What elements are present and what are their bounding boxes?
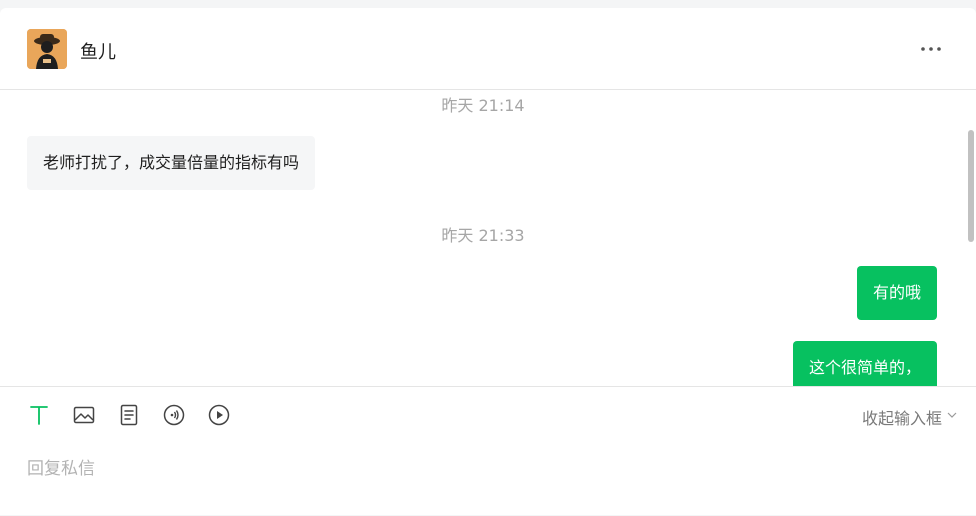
chat-panel: 鱼儿 昨天 21:14 老师打扰了，成交量倍量的指标有吗 昨天 21:33 有的… [0,8,976,515]
reply-input[interactable] [27,449,927,489]
incoming-message[interactable]: 老师打扰了，成交量倍量的指标有吗 [27,136,316,190]
text-icon [30,406,48,425]
text-format-button[interactable] [27,403,51,427]
scrollbar[interactable] [968,130,974,242]
message-list[interactable]: 昨天 21:14 老师打扰了，成交量倍量的指标有吗 昨天 21:33 有的哦 这… [0,90,976,386]
more-button[interactable] [916,34,946,64]
outgoing-message[interactable]: 这个很简单的， [792,341,937,386]
image-button[interactable] [72,403,96,427]
collapse-input-button[interactable]: 收起输入框 [861,405,957,429]
audio-icon [163,404,185,426]
document-button[interactable] [117,403,141,427]
contact-name: 鱼儿 [80,42,116,63]
more-dots-icon [921,47,941,51]
collapse-input-label: 收起输入框 [861,409,942,428]
chat-header: 鱼儿 [0,8,976,90]
video-play-icon [208,404,230,426]
message-timestamp: 昨天 21:14 [441,96,525,115]
outgoing-message[interactable]: 有的哦 [856,266,937,320]
chevron-down-icon [947,412,957,418]
avatar[interactable] [27,29,67,69]
message-timestamp: 昨天 21:33 [441,226,525,245]
avatar-icon [27,29,67,69]
image-icon [73,406,95,424]
video-button[interactable] [207,403,231,427]
document-icon [120,404,138,426]
audio-button[interactable] [162,403,186,427]
composer: 收起输入框 [0,386,976,516]
